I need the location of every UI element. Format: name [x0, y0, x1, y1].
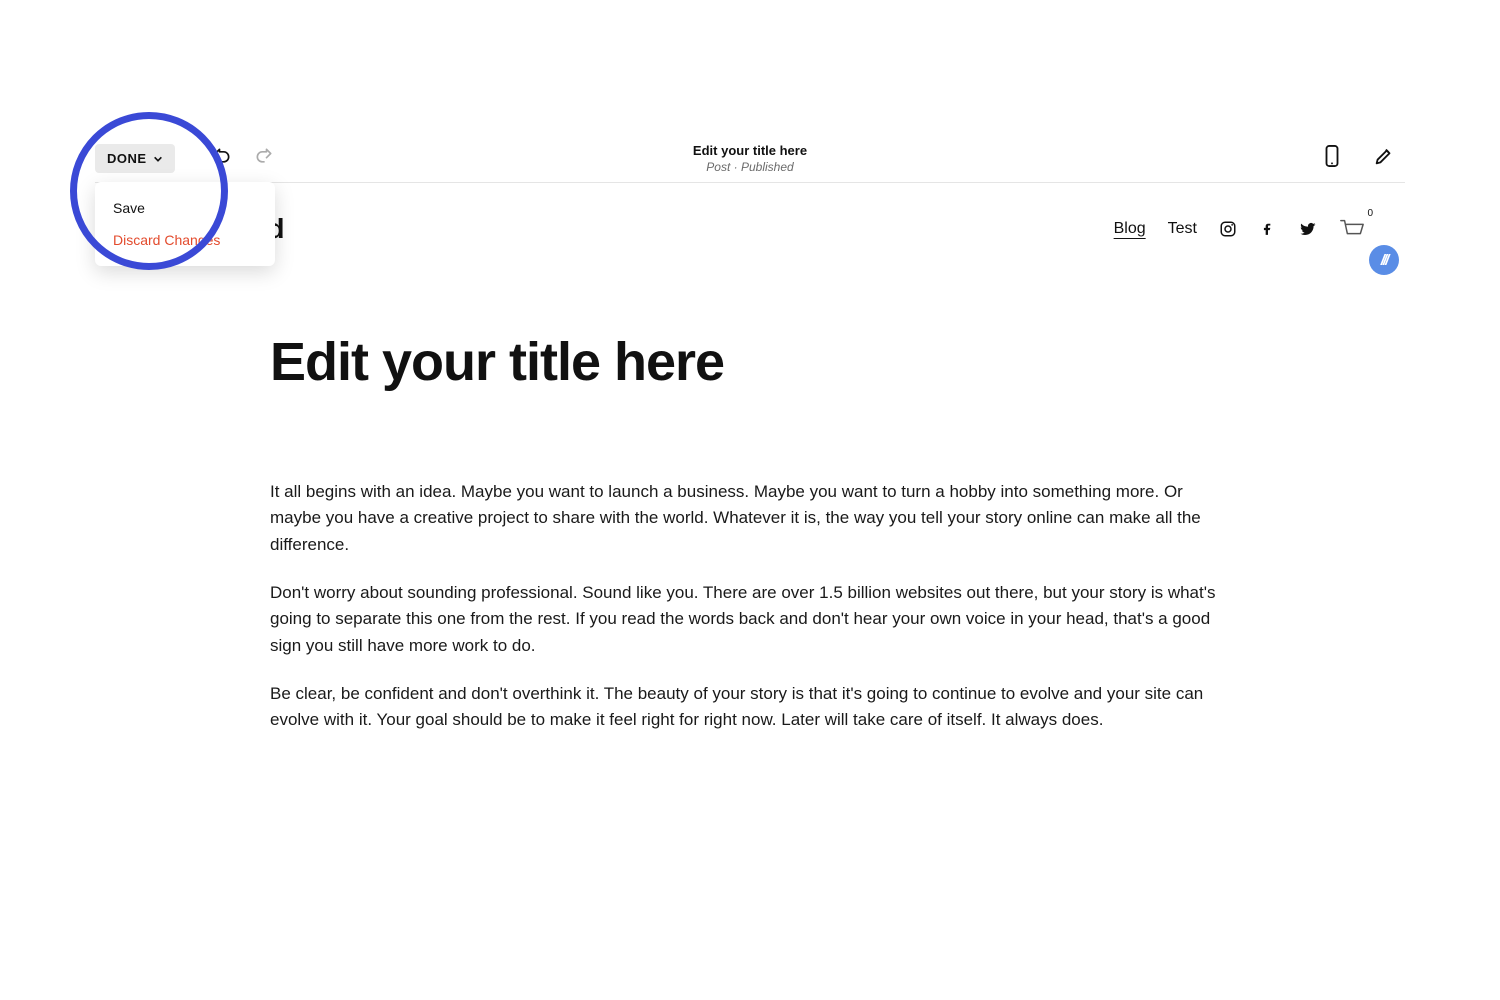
extension-badge[interactable]: ///: [1369, 245, 1399, 275]
redo-icon: [254, 146, 274, 171]
phone-icon: [1324, 145, 1340, 172]
mobile-preview-button[interactable]: [1315, 142, 1349, 176]
editor-toolbar: DONE Save Discard Changes: [95, 135, 1405, 183]
post-paragraph: Be clear, be confident and don't overthi…: [270, 681, 1230, 734]
post-content: /// Edit your title here It all begins w…: [95, 245, 1405, 734]
post-title[interactable]: Edit your title here: [270, 335, 1230, 389]
page-context: Edit your title here Post · Published: [693, 143, 807, 175]
site-nav: Blog Test 0: [1114, 218, 1365, 240]
undo-button[interactable]: [205, 142, 239, 176]
save-menu-item[interactable]: Save: [95, 192, 275, 224]
twitter-icon[interactable]: [1299, 220, 1317, 238]
cart-count: 0: [1367, 208, 1373, 219]
post-paragraph: It all begins with an idea. Maybe you wa…: [270, 479, 1230, 558]
page-title: Edit your title here: [693, 143, 807, 159]
facebook-icon[interactable]: [1259, 220, 1277, 238]
site-header: Playground Blog Test 0: [95, 183, 1405, 245]
redo-button: [247, 142, 281, 176]
cart-button[interactable]: 0: [1339, 218, 1365, 240]
instagram-icon[interactable]: [1219, 220, 1237, 238]
extension-badge-icon: ///: [1381, 252, 1388, 269]
paintbrush-icon: [1373, 145, 1395, 172]
post-body[interactable]: It all begins with an idea. Maybe you wa…: [270, 479, 1230, 734]
cart-icon: [1339, 227, 1365, 244]
page-meta: Post · Published: [693, 160, 807, 174]
done-dropdown: Save Discard Changes: [95, 182, 275, 266]
post-paragraph: Don't worry about sounding professional.…: [270, 580, 1230, 659]
undo-icon: [212, 146, 232, 171]
done-button-label: DONE: [107, 151, 147, 166]
discard-menu-item[interactable]: Discard Changes: [95, 224, 275, 256]
nav-link-test[interactable]: Test: [1168, 220, 1197, 238]
nav-link-blog[interactable]: Blog: [1114, 220, 1146, 238]
done-button[interactable]: DONE: [95, 144, 175, 173]
chevron-down-icon: [153, 154, 163, 164]
design-button[interactable]: [1367, 142, 1401, 176]
